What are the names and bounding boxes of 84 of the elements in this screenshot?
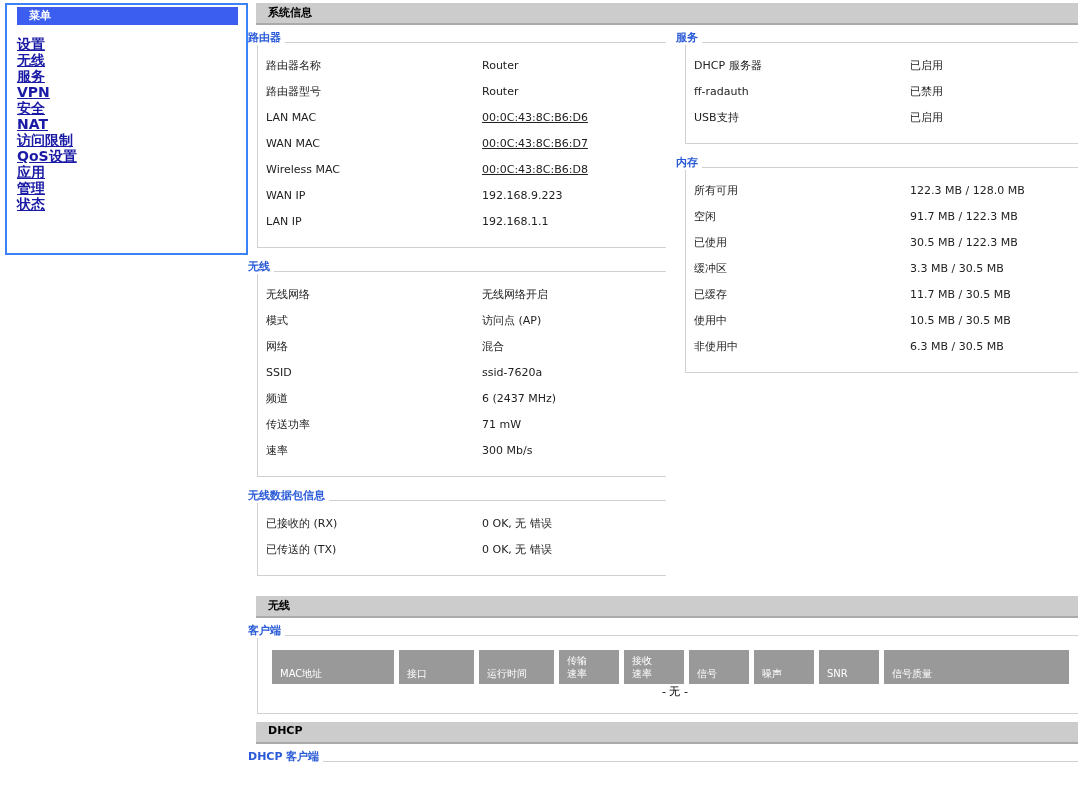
section-header: 系统信息 <box>256 3 1078 25</box>
value-link[interactable]: 00:0C:43:8C:B6:D6 <box>482 109 588 127</box>
value-link[interactable]: 00:0C:43:8C:B6:D7 <box>482 135 588 153</box>
info-value: 122.3 MB / 128.0 MB <box>910 182 1025 199</box>
group-legend: 无线数据包信息 <box>248 489 329 503</box>
menu-link[interactable]: 管理 <box>17 180 45 196</box>
info-value: 300 Mb/s <box>482 442 533 459</box>
group-legend: 内存 <box>676 156 702 170</box>
info-label: LAN IP <box>266 213 303 230</box>
column-header: 接收 速率 <box>624 650 684 684</box>
info-value: 6.3 MB / 30.5 MB <box>910 338 1004 355</box>
info-value: ssid-7620a <box>482 364 543 381</box>
info-value: 0 OK, 无 错误 <box>482 541 552 558</box>
info-label: 非使用中 <box>694 338 739 355</box>
info-value: 0 OK, 无 错误 <box>482 515 552 532</box>
info-value: 访问点 (AP) <box>482 312 542 329</box>
menu-link[interactable]: 状态 <box>17 196 45 212</box>
info-value: 已禁用 <box>910 83 943 100</box>
info-value: 无线网络开启 <box>482 286 548 303</box>
info-label: 网络 <box>266 338 289 355</box>
menu-link[interactable]: VPN <box>17 84 50 100</box>
group-legend: 无线 <box>248 260 274 274</box>
info-label: WAN MAC <box>266 135 322 152</box>
menu-link[interactable]: 设置 <box>17 36 45 52</box>
info-value: 30.5 MB / 122.3 MB <box>910 234 1018 251</box>
info-label: WAN IP <box>266 187 307 204</box>
info-value: 71 mW <box>482 416 522 433</box>
info-label: 缓冲区 <box>694 260 728 277</box>
info-label: 速率 <box>266 442 289 459</box>
column-header: MAC地址 <box>272 650 394 684</box>
section-header: 无线 <box>256 596 1078 618</box>
info-label: SSID <box>266 364 293 381</box>
info-label: 已使用 <box>694 234 728 251</box>
info-label: 所有可用 <box>694 182 739 199</box>
value-link[interactable]: 00:0C:43:8C:B6:D8 <box>482 161 588 179</box>
section-header: DHCP <box>256 721 1078 744</box>
info-value: 192.168.1.1 <box>482 213 549 230</box>
group-legend: 服务 <box>676 31 702 45</box>
column-header: 运行时间 <box>479 650 554 684</box>
info-label: 已缓存 <box>694 286 728 303</box>
info-label: USB支持 <box>694 109 740 126</box>
info-label: Wireless MAC <box>266 161 342 178</box>
column-header: 传输 速率 <box>559 650 619 684</box>
group-legend: 客户端 <box>248 624 285 638</box>
menu-link[interactable]: 安全 <box>17 100 45 116</box>
info-value: Router <box>482 83 519 100</box>
info-label: 已接收的 (RX) <box>266 515 339 532</box>
info-label: 模式 <box>266 312 289 329</box>
info-value: 已启用 <box>910 109 943 126</box>
menu-link[interactable]: 服务 <box>17 68 45 84</box>
info-label: 路由器型号 <box>266 83 322 100</box>
column-header: 信号质量 <box>884 650 1069 684</box>
menu-link[interactable]: QoS设置 <box>17 148 77 164</box>
info-value: Router <box>482 57 519 74</box>
menu-link[interactable]: 无线 <box>17 52 45 68</box>
info-label: 空闲 <box>694 208 717 225</box>
column-header: SNR <box>819 650 879 684</box>
info-label: 路由器名称 <box>266 57 322 74</box>
empty-message: - 无 - <box>662 684 688 700</box>
info-label: 传送功率 <box>266 416 311 433</box>
info-label: DHCP 服务器 <box>694 57 763 74</box>
menu-link[interactable]: 应用 <box>17 164 45 180</box>
menu-link[interactable]: NAT <box>17 116 48 132</box>
info-label: ff-radauth <box>694 83 750 100</box>
info-value: 3.3 MB / 30.5 MB <box>910 260 1004 277</box>
group-legend: 路由器 <box>248 31 285 45</box>
column-header: 噪声 <box>754 650 814 684</box>
info-value: 10.5 MB / 30.5 MB <box>910 312 1011 329</box>
info-value: 混合 <box>482 338 504 355</box>
info-label: LAN MAC <box>266 109 318 126</box>
menu-title: 菜单 <box>17 7 238 25</box>
column-header: 信号 <box>689 650 749 684</box>
info-value: 6 (2437 MHz) <box>482 390 557 407</box>
info-value: 已启用 <box>910 57 943 74</box>
info-label: 已传送的 (TX) <box>266 541 338 558</box>
info-label: 频道 <box>266 390 289 407</box>
info-label: 无线网络 <box>266 286 311 303</box>
info-label: 使用中 <box>694 312 728 329</box>
group-legend: DHCP 客户端 <box>248 749 324 764</box>
menu-link[interactable]: 访问限制 <box>17 132 73 148</box>
info-value: 11.7 MB / 30.5 MB <box>910 286 1011 303</box>
info-value: 91.7 MB / 122.3 MB <box>910 208 1018 225</box>
info-value: 192.168.9.223 <box>482 187 563 204</box>
column-header: 接口 <box>399 650 474 684</box>
